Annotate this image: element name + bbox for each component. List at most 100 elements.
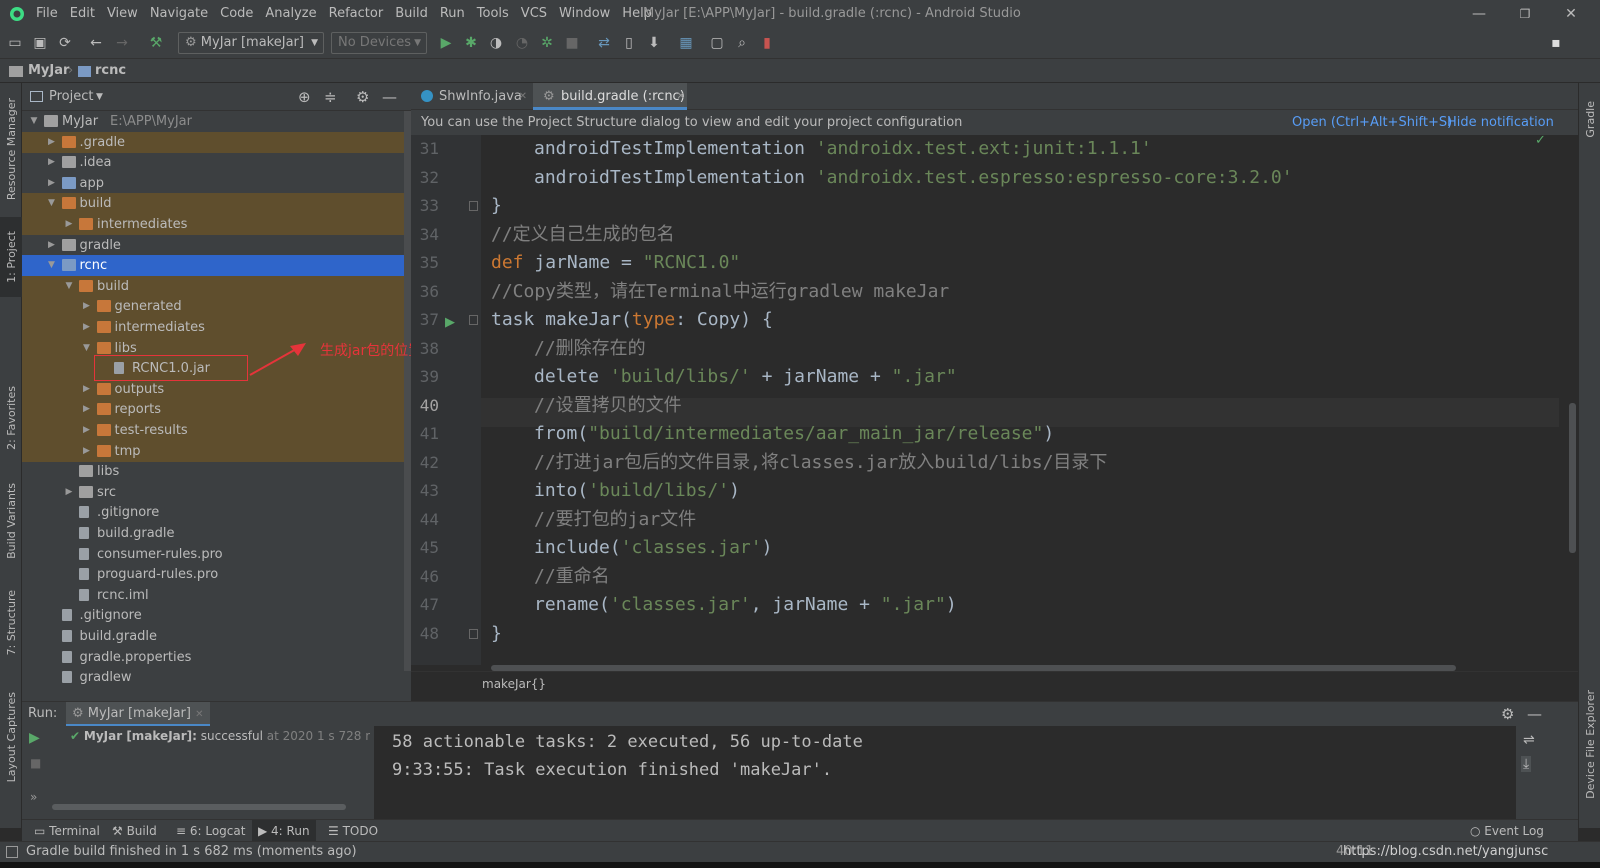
tool-tab-build-variants[interactable]: Build Variants [0,473,22,568]
gradle-sync-icon[interactable]: ⇄ [594,33,614,53]
attach-debugger-icon[interactable]: ✲ [537,33,557,53]
collapse-all-icon[interactable]: ≑ [324,83,337,111]
tree-item[interactable]: ▶ intermediates [22,214,404,235]
fold-marker-icon[interactable] [469,628,478,639]
editor-breadcrumb[interactable]: makeJar{} [411,671,1578,701]
tool-tab-build[interactable]: ⚒ Build [106,820,163,842]
back-icon[interactable]: ← [86,33,106,53]
tab-shwinfo-java[interactable]: ShwInfo.java ✕ [411,83,529,110]
locate-icon[interactable]: ⊕ [298,83,311,111]
coverage-icon[interactable]: ◑ [486,33,506,53]
menu-refactor[interactable]: Refactor [323,0,390,28]
chevron-down-icon[interactable]: ▼ [28,111,40,132]
soft-wrap-icon[interactable]: ⇌ [1523,732,1535,748]
tree-item[interactable]: gradlew [22,667,404,688]
scroll-to-end-icon[interactable]: ⤓ [1521,756,1532,772]
sdk-manager-icon[interactable]: ⬇ [644,33,664,53]
chevron-down-icon[interactable]: ▼ [63,276,75,297]
profile-icon[interactable]: ◔ [512,33,532,53]
chevron-right-icon[interactable]: ▶ [81,441,93,462]
tool-tab-event-log[interactable]: ○ Event Log [1464,820,1550,842]
chevron-down-icon[interactable]: ▼ [96,83,103,111]
project-structure-icon[interactable]: ▦ [676,33,696,53]
tool-tab-favorites[interactable]: 2: Favorites [0,373,22,463]
tree-item[interactable]: gradle.properties [22,647,404,668]
chevron-right-icon[interactable]: ▶ [81,317,93,338]
menu-run[interactable]: Run [434,0,471,28]
tree-item[interactable]: ▶ gradle [22,235,404,256]
tree-item[interactable]: ▶ src [22,482,404,503]
tool-tab-device-file-explorer[interactable]: Device File Explorer [1579,669,1600,819]
tree-item[interactable]: ▼ rcnc [22,255,404,277]
stop-icon[interactable]: ■ [562,33,582,53]
settings-gear-icon[interactable]: ⚙ [356,83,369,111]
menu-file[interactable]: File [30,0,64,28]
open-folder-icon[interactable]: ▭ [5,33,25,53]
fold-marker-icon[interactable] [469,315,478,325]
run-tab[interactable]: ⚙ MyJar [makeJar] ✕ [66,702,210,726]
menu-window[interactable]: Window [553,0,616,28]
tool-tab-logcat[interactable]: ≡ 6: Logcat [170,820,251,842]
tool-tab-resource-manager[interactable]: Resource Manager [0,89,22,209]
chevron-right-icon[interactable]: ▶ [46,173,58,194]
tree-item[interactable]: ▼ build [22,275,404,297]
tool-tab-terminal[interactable]: ▭ Terminal [28,820,106,842]
layout-inspector-icon[interactable]: ▢ [707,33,727,53]
forward-icon[interactable]: → [112,33,132,53]
hide-panel-icon[interactable]: — [1527,702,1542,726]
menu-navigate[interactable]: Navigate [144,0,214,28]
run-tree-scrollbar[interactable] [52,804,346,810]
settings-gear-icon[interactable]: ⚙ [1501,702,1514,726]
build-hammer-icon[interactable]: ⚒ [146,33,166,53]
close-tab-icon[interactable]: ✕ [519,83,527,110]
tool-tab-gradle[interactable]: Gradle [1579,89,1600,149]
chevron-down-icon[interactable]: ▼ [81,338,93,359]
tree-item[interactable]: ▶ test-results [22,420,404,441]
tree-item[interactable]: ▶ .idea [22,152,404,173]
tree-item[interactable]: ▼ MyJar E:\APP\MyJar [22,111,404,132]
chevron-right-icon[interactable]: ▶ [46,132,58,153]
tree-item[interactable]: ▶ reports [22,399,404,421]
tree-item[interactable]: consumer-rules.pro [22,544,404,565]
run-config-select[interactable]: ⚙ MyJar [makeJar] ▼ [178,32,324,54]
status-toggle-icon[interactable] [6,846,18,858]
chevron-right-icon[interactable]: ▶ [81,296,93,317]
close-tab-icon[interactable]: ✕ [677,83,685,110]
project-view-select[interactable]: Project [49,83,93,111]
restore-button[interactable]: ❐ [1502,0,1548,28]
debug-icon[interactable]: ✱ [461,33,481,53]
account-icon[interactable]: ▪ [1546,33,1566,53]
close-tab-icon[interactable]: ✕ [195,709,203,720]
run-console[interactable]: 58 actionable tasks: 2 executed, 56 up-t… [374,726,1544,820]
tree-item[interactable]: ▶ intermediates [22,317,404,338]
run-tree-item[interactable]: ✔ MyJar [makeJar]: successful at 2020 1 … [70,729,370,743]
device-select[interactable]: No Devices ▼ [331,32,427,54]
tool-tab-todo[interactable]: ☰ TODO [322,820,384,842]
tree-item[interactable]: build.gradle [22,523,404,544]
run-gutter-icon[interactable]: ▶ [445,315,455,330]
chevron-down-icon[interactable]: ▼ [46,255,58,276]
hide-panel-icon[interactable]: — [382,83,397,111]
code-area[interactable]: androidTestImplementation 'androidx.test… [481,135,1551,665]
tool-tab-run[interactable]: ▶ 4: Run [252,820,316,842]
run-icon[interactable]: ▶ [436,33,456,53]
minimize-button[interactable]: — [1456,0,1502,28]
tree-item[interactable]: rcnc.iml [22,585,404,606]
tree-item[interactable]: build.gradle [22,626,404,647]
menu-view[interactable]: View [101,0,144,28]
open-project-structure-link[interactable]: Open (Ctrl+Alt+Shift+S) [1292,110,1452,135]
tree-item[interactable]: ▼ build [22,193,404,215]
tab-build-gradle[interactable]: ⚙ build.gradle (:rcnc) ✕ [533,83,687,110]
search-icon[interactable]: ⌕ [732,33,752,53]
tree-item[interactable]: ▶ .gradle [22,131,404,153]
editor-vertical-scrollbar[interactable] [1569,403,1576,553]
hide-notification-link[interactable]: Hide notification [1447,110,1554,135]
avd-manager-icon[interactable]: ▯ [619,33,639,53]
more-icon[interactable]: » [30,790,37,804]
breadcrumb-project[interactable]: MyJar [28,59,69,83]
chevron-right-icon[interactable]: ▶ [81,379,93,400]
breadcrumb-module[interactable]: rcnc [95,59,126,83]
tree-item[interactable]: libs [22,461,404,482]
chevron-right-icon[interactable]: ▶ [63,214,75,235]
sync-icon[interactable]: ⟳ [55,33,75,53]
